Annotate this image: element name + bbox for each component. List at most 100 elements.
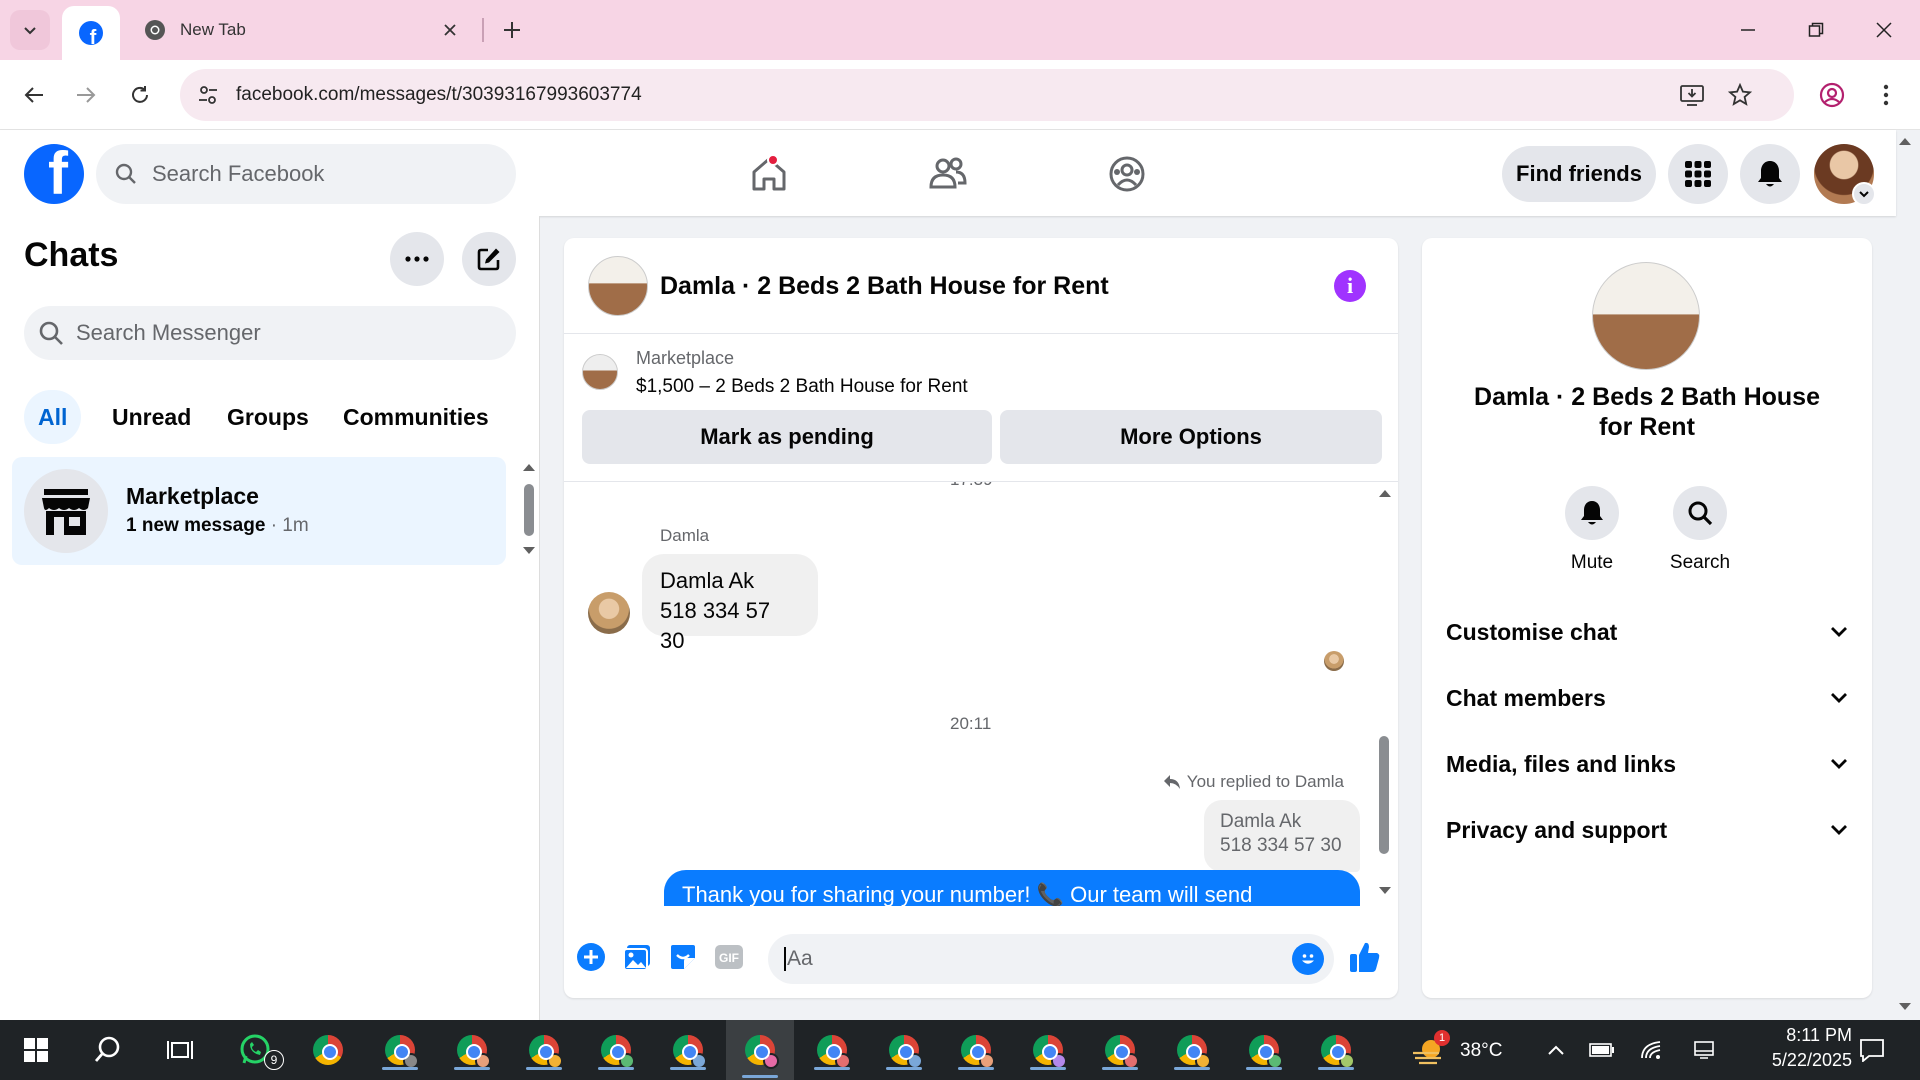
close-window-button[interactable]: [1862, 8, 1906, 52]
taskbar-chrome-profile[interactable]: [1020, 1028, 1076, 1072]
conversation-info-button[interactable]: i: [1334, 270, 1366, 302]
bookmark-button[interactable]: [1722, 77, 1758, 113]
reload-button[interactable]: [120, 75, 160, 115]
info-avatar[interactable]: [1592, 262, 1700, 370]
page-scroll-down-icon[interactable]: [1898, 1002, 1912, 1012]
scroll-up-arrow-icon[interactable]: [1378, 488, 1392, 498]
back-button[interactable]: [14, 75, 54, 115]
search-action[interactable]: Search: [1660, 486, 1740, 574]
outgoing-message[interactable]: Thank you for sharing your number! 📞 Our…: [664, 870, 1360, 906]
quoted-message[interactable]: Damla Ak 518 334 57 30: [1204, 800, 1360, 872]
taskbar-chrome-profile[interactable]: [660, 1028, 716, 1072]
more-vertical-icon: [1883, 84, 1889, 106]
taskbar-whatsapp[interactable]: 9: [228, 1028, 284, 1072]
gif-button[interactable]: GIF: [712, 940, 746, 974]
menu-button[interactable]: [1668, 144, 1728, 204]
sticker-button[interactable]: [666, 940, 700, 974]
new-message-button[interactable]: [462, 232, 516, 286]
taskbar-chrome[interactable]: [300, 1028, 356, 1072]
messages-scrollbar[interactable]: [1379, 736, 1389, 854]
emoji-button[interactable]: [1292, 943, 1324, 975]
scroll-up-arrow-icon[interactable]: [522, 462, 536, 472]
display-indicator[interactable]: [1678, 1028, 1730, 1072]
section-media-files-links[interactable]: Media, files and links: [1446, 740, 1848, 788]
more-actions-button[interactable]: [574, 940, 608, 974]
taskbar-chrome-profile[interactable]: [804, 1028, 860, 1072]
mute-button[interactable]: [1565, 486, 1619, 540]
task-view-button[interactable]: [152, 1028, 208, 1072]
restore-button[interactable]: [1794, 8, 1838, 52]
taskbar-chrome-profile[interactable]: [1164, 1028, 1220, 1072]
chat-list-item[interactable]: Marketplace 1 new message · 1m: [12, 457, 506, 565]
minimize-button[interactable]: [1726, 8, 1770, 52]
taskbar-chrome-profile[interactable]: [948, 1028, 1004, 1072]
tab-search-button[interactable]: [10, 10, 50, 50]
taskbar-chrome-profile[interactable]: [588, 1028, 644, 1072]
mark-as-pending-button[interactable]: Mark as pending: [582, 410, 992, 464]
facebook-search[interactable]: Search Facebook: [96, 144, 516, 204]
taskbar-chrome-profile[interactable]: [1236, 1028, 1292, 1072]
scroll-down-arrow-icon[interactable]: [522, 546, 536, 556]
taskbar-chrome-profile[interactable]: [876, 1028, 932, 1072]
messenger-search[interactable]: Search Messenger: [24, 306, 516, 360]
address-bar[interactable]: facebook.com/messages/t/3039316799360377…: [180, 69, 1794, 121]
weather-widget[interactable]: 1: [1400, 1028, 1456, 1072]
browser-menu-button[interactable]: [1866, 75, 1906, 115]
attach-media-button[interactable]: [620, 940, 654, 974]
taskbar-chrome-profile[interactable]: [372, 1028, 428, 1072]
incoming-message[interactable]: Damla Ak 518 334 57 30: [642, 554, 818, 653]
listing-title[interactable]: $1,500 – 2 Beds 2 Bath House for Rent: [636, 376, 968, 398]
facebook-logo[interactable]: f: [24, 144, 84, 204]
more-options-button[interactable]: More Options: [1000, 410, 1382, 464]
forward-button[interactable]: [66, 75, 106, 115]
conversation-avatar[interactable]: [588, 256, 648, 316]
filter-all[interactable]: All: [24, 390, 82, 444]
running-indicator: [886, 1067, 922, 1070]
nav-home[interactable]: [709, 144, 829, 204]
filter-groups[interactable]: Groups: [213, 390, 323, 444]
filter-unread[interactable]: Unread: [98, 390, 205, 444]
find-friends-button[interactable]: Find friends: [1502, 146, 1656, 202]
section-customise-chat[interactable]: Customise chat: [1446, 608, 1848, 656]
nav-groups[interactable]: [1067, 144, 1187, 204]
notifications-button[interactable]: [1740, 144, 1800, 204]
chats-options-button[interactable]: [390, 232, 444, 286]
taskbar-chrome-profile[interactable]: [444, 1028, 500, 1072]
taskbar-chrome-profile[interactable]: [1092, 1028, 1148, 1072]
install-app-button[interactable]: [1674, 77, 1710, 113]
scroll-down-arrow-icon[interactable]: [1378, 886, 1392, 896]
taskbar-search-button[interactable]: [80, 1028, 136, 1072]
clock[interactable]: 8:11 PM 5/22/2025: [1740, 1025, 1852, 1071]
tab-new-tab[interactable]: New Tab: [130, 8, 470, 52]
site-info-button[interactable]: [190, 77, 226, 113]
filter-communities[interactable]: Communities: [329, 390, 503, 444]
message-input[interactable]: Aa: [768, 934, 1334, 984]
tab-facebook[interactable]: f: [62, 6, 120, 60]
like-button[interactable]: [1346, 938, 1384, 976]
svg-text:GIF: GIF: [719, 951, 739, 965]
battery-indicator[interactable]: [1576, 1028, 1628, 1072]
profile-button[interactable]: [1812, 75, 1852, 115]
new-tab-button[interactable]: [494, 12, 530, 48]
mute-action[interactable]: Mute: [1552, 486, 1632, 574]
sender-avatar[interactable]: [588, 592, 630, 634]
section-chat-members[interactable]: Chat members: [1446, 674, 1848, 722]
section-privacy-support[interactable]: Privacy and support: [1446, 806, 1848, 854]
action-center-button[interactable]: [1842, 1028, 1902, 1072]
tab-close-button[interactable]: [440, 20, 460, 40]
chevron-down-icon: [1859, 191, 1869, 198]
taskbar-chrome-profile[interactable]: [1308, 1028, 1364, 1072]
search-in-conversation-button[interactable]: [1673, 486, 1727, 540]
nav-friends[interactable]: [888, 144, 1008, 204]
chats-scrollbar[interactable]: [524, 484, 534, 536]
start-button[interactable]: [8, 1028, 64, 1072]
account-chevron[interactable]: [1852, 182, 1876, 206]
network-indicator[interactable]: [1626, 1028, 1678, 1072]
taskbar-chrome-profile[interactable]: [516, 1028, 572, 1072]
listing-thumbnail[interactable]: [582, 354, 618, 390]
show-hidden-icons-button[interactable]: [1530, 1028, 1582, 1072]
taskbar-chrome-active[interactable]: [726, 1020, 794, 1080]
page-scroll-up-icon[interactable]: [1898, 136, 1912, 146]
thumbs-up-icon: [1350, 942, 1380, 972]
conversation-title[interactable]: Damla · 2 Beds 2 Bath House for Rent: [660, 272, 1109, 301]
